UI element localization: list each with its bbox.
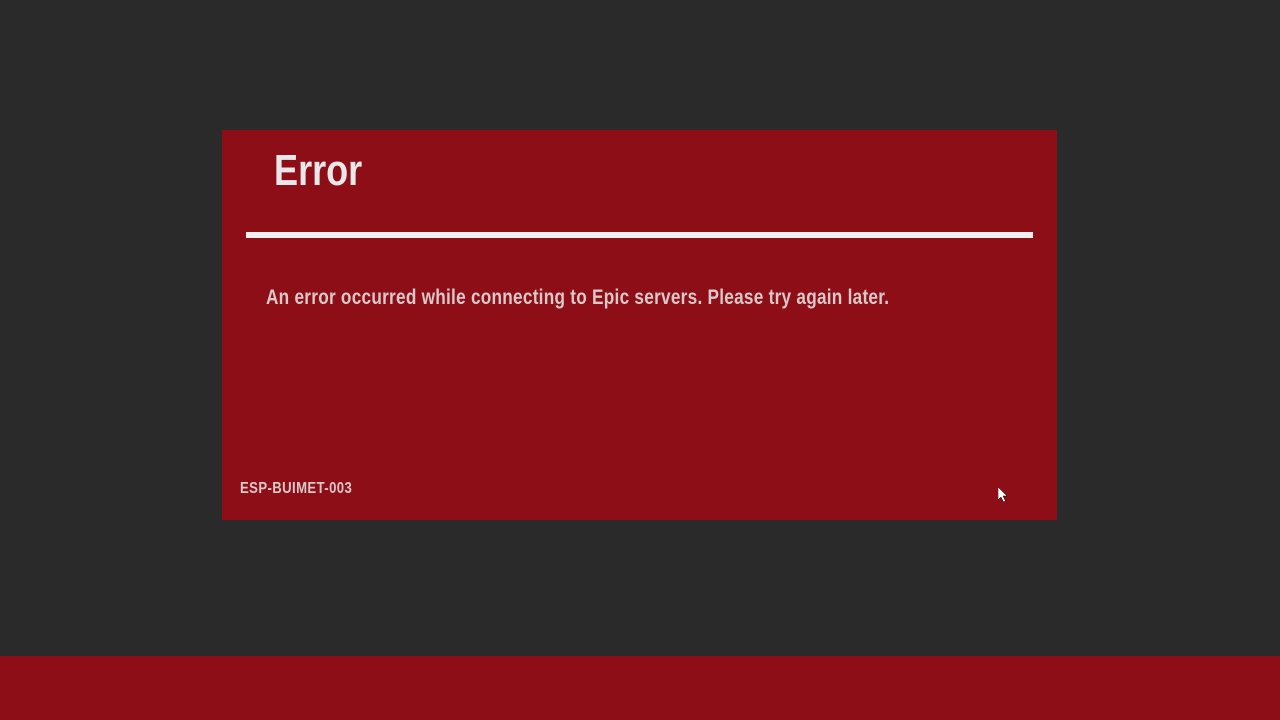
error-message: An error occurred while connecting to Ep… (266, 286, 892, 310)
error-code: ESP-BUIMET-003 (240, 480, 352, 498)
error-dialog: Error An error occurred while connecting… (222, 130, 1057, 520)
divider (246, 232, 1033, 238)
error-title: Error (274, 146, 893, 196)
bottom-bar (0, 656, 1280, 720)
